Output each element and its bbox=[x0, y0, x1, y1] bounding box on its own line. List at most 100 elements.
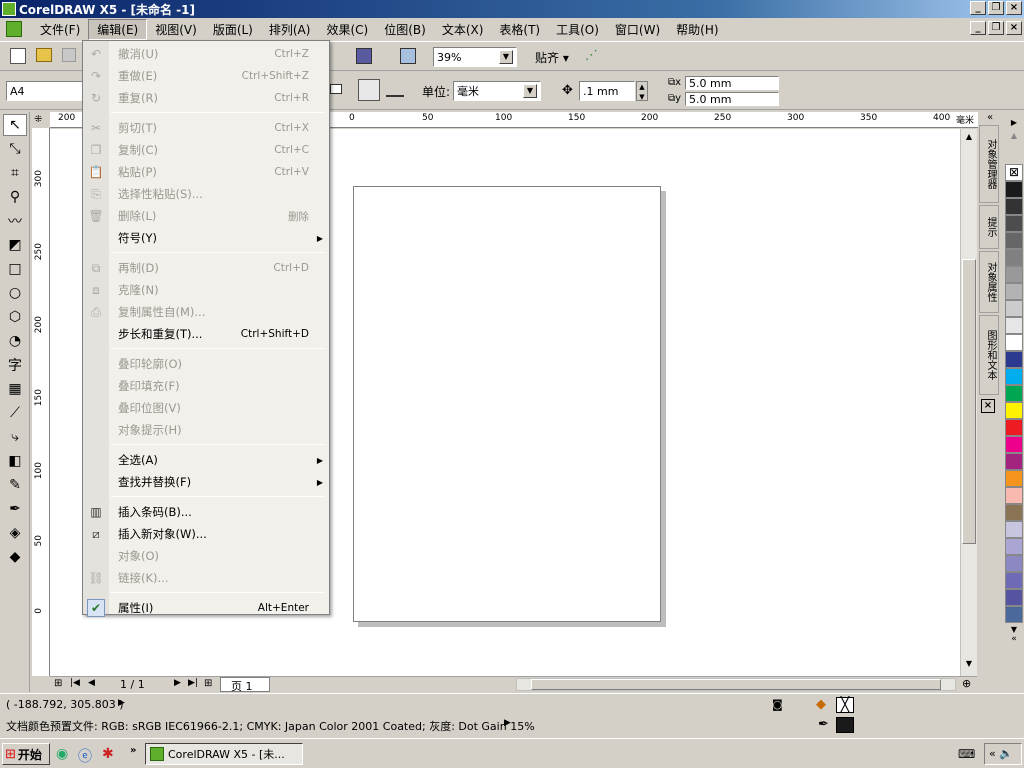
rectangle-tool-icon[interactable]: □ bbox=[3, 258, 27, 280]
open-folder-icon[interactable] bbox=[36, 48, 52, 62]
edit-menu-item[interactable]: ✔ 属性(I) Alt+Enter bbox=[83, 597, 329, 619]
docker-tab-hints[interactable]: 提示 bbox=[979, 205, 999, 249]
edit-menu-item[interactable]: ⧄ 插入新对象(W)... bbox=[83, 523, 329, 545]
basic-shapes-tool-icon[interactable]: ◔ bbox=[3, 330, 27, 352]
docker-tab-graphic-text[interactable]: 图形和文本 bbox=[979, 315, 999, 395]
horizontal-scroll-thumb[interactable] bbox=[531, 679, 941, 690]
color-swatch[interactable] bbox=[1005, 538, 1023, 555]
smart-fill-tool-icon[interactable]: ◩ bbox=[3, 234, 27, 256]
blend-tool-icon[interactable]: ◧ bbox=[3, 450, 27, 472]
palette-scroll-down-icon[interactable]: ▼ bbox=[1004, 625, 1024, 634]
edit-menu-item[interactable]: 步长和重复(T)... Ctrl+Shift+D bbox=[83, 323, 329, 345]
edit-menu-item[interactable]: 全选(A) ▶ bbox=[83, 449, 329, 471]
menu-effects[interactable]: 效果(C) bbox=[318, 20, 376, 39]
units-dropdown[interactable]: 毫米 ▼ bbox=[453, 81, 541, 101]
close-button[interactable]: × bbox=[1006, 1, 1022, 15]
text-tool-icon[interactable]: 字 bbox=[3, 354, 27, 376]
edit-menu-item[interactable]: ▥ 插入条码(B)... bbox=[83, 501, 329, 523]
outline-pen-tool-icon[interactable]: ✒ bbox=[3, 498, 27, 520]
edit-menu-item[interactable]: 符号(Y) ▶ bbox=[83, 227, 329, 249]
color-swatch[interactable] bbox=[1005, 453, 1023, 470]
menu-tools[interactable]: 工具(O) bbox=[548, 20, 607, 39]
docker-tab-object-properties[interactable]: 对象属性 bbox=[979, 251, 999, 313]
color-swatch[interactable] bbox=[1005, 198, 1023, 215]
color-swatch[interactable] bbox=[1005, 504, 1023, 521]
color-swatch[interactable] bbox=[1005, 334, 1023, 351]
page-tab[interactable]: 页 1 bbox=[220, 677, 270, 693]
menu-view[interactable]: 视图(V) bbox=[147, 20, 205, 39]
duplicate-x-field[interactable]: 5.0 mm bbox=[685, 76, 779, 90]
scroll-up-icon[interactable]: ▲ bbox=[961, 132, 977, 146]
landscape-icon[interactable] bbox=[330, 84, 342, 94]
palette-expand-icon[interactable]: « bbox=[1004, 634, 1024, 644]
add-page-after-icon[interactable]: ⊞ bbox=[204, 678, 212, 689]
keyboard-icon[interactable]: ⌨ bbox=[958, 747, 975, 761]
color-swatch[interactable] bbox=[1005, 300, 1023, 317]
zoom-tool-icon[interactable]: ⚲ bbox=[3, 186, 27, 208]
current-page-icon[interactable] bbox=[386, 83, 404, 97]
fill-tool-icon[interactable]: ◈ bbox=[3, 522, 27, 544]
navigator-icon[interactable]: ⊕ bbox=[962, 677, 971, 690]
menu-edit[interactable]: 编辑(E) bbox=[88, 18, 148, 40]
color-swatch[interactable] bbox=[1005, 368, 1023, 385]
save-icon[interactable] bbox=[62, 48, 76, 62]
color-swatch[interactable] bbox=[1005, 351, 1023, 368]
edit-menu-item[interactable]: 查找并替换(F) ▶ bbox=[83, 471, 329, 493]
scroll-down-icon[interactable]: ▼ bbox=[961, 659, 977, 673]
vertical-ruler[interactable]: 300 250 200 150 100 50 0 bbox=[32, 128, 50, 676]
export-icon[interactable] bbox=[356, 48, 372, 64]
dimension-tool-icon[interactable]: ⟋ bbox=[3, 402, 27, 424]
application-launcher-icon[interactable] bbox=[400, 48, 416, 64]
color-swatch[interactable] bbox=[1005, 419, 1023, 436]
restore-button[interactable]: ❐ bbox=[988, 1, 1004, 15]
docker-collapse-icon[interactable]: « bbox=[978, 112, 1002, 123]
last-page-icon[interactable]: ▶| bbox=[188, 678, 198, 688]
color-swatch[interactable] bbox=[1005, 283, 1023, 300]
table-tool-icon[interactable]: ▦ bbox=[3, 378, 27, 400]
quicklaunch-more-icon[interactable]: » bbox=[130, 745, 136, 756]
crop-tool-icon[interactable]: ⌗ bbox=[3, 162, 27, 184]
chrome-icon[interactable]: ◉ bbox=[56, 746, 68, 762]
freehand-tool-icon[interactable]: 〰 bbox=[3, 210, 27, 232]
connector-tool-icon[interactable]: ⤷ bbox=[3, 426, 27, 448]
vertical-scroll-thumb[interactable] bbox=[962, 259, 976, 544]
color-swatch[interactable] bbox=[1005, 215, 1023, 232]
document-icon[interactable] bbox=[6, 21, 22, 37]
pick-tool-icon[interactable]: ↖ bbox=[3, 114, 27, 136]
tray-speaker-icon[interactable]: 🔈 bbox=[999, 747, 1013, 760]
ellipse-tool-icon[interactable]: ○ bbox=[3, 282, 27, 304]
doc-close-button[interactable]: × bbox=[1006, 21, 1022, 35]
color-swatch[interactable] bbox=[1005, 181, 1023, 198]
close-docker-icon[interactable]: × bbox=[981, 399, 995, 413]
eyedropper-tool-icon[interactable]: ✎ bbox=[3, 474, 27, 496]
color-swatch[interactable] bbox=[1005, 589, 1023, 606]
quicklaunch-app-icon[interactable]: ✱ bbox=[102, 746, 114, 762]
menu-file[interactable]: 文件(F) bbox=[32, 20, 88, 39]
color-swatch[interactable] bbox=[1005, 521, 1023, 538]
status-expand-icon[interactable]: ▶ bbox=[118, 698, 125, 708]
taskbar-coreldraw-item[interactable]: CorelDRAW X5 - [未... bbox=[145, 743, 303, 765]
docker-tab-object-manager[interactable]: 对象管理器 bbox=[979, 125, 999, 203]
page-size-field[interactable]: A4 bbox=[6, 81, 86, 101]
snap-settings-icon[interactable]: ⋰ bbox=[585, 48, 601, 64]
previous-page-icon[interactable]: ◀ bbox=[88, 678, 95, 688]
horizontal-scrollbar[interactable] bbox=[516, 678, 956, 691]
no-color-swatch[interactable]: ⊠ bbox=[1005, 164, 1023, 181]
system-tray[interactable]: « 🔈 bbox=[984, 743, 1022, 765]
color-swatch[interactable] bbox=[1005, 470, 1023, 487]
next-page-icon[interactable]: ▶ bbox=[174, 678, 181, 688]
duplicate-y-field[interactable]: 5.0 mm bbox=[685, 92, 779, 106]
color-swatch[interactable] bbox=[1005, 606, 1023, 623]
doc-restore-button[interactable]: ❐ bbox=[988, 21, 1004, 35]
new-document-icon[interactable] bbox=[10, 48, 26, 64]
menu-bitmaps[interactable]: 位图(B) bbox=[376, 20, 434, 39]
nudge-distance-field[interactable]: .1 mm bbox=[579, 81, 635, 101]
menu-window[interactable]: 窗口(W) bbox=[607, 20, 668, 39]
doc-minimize-button[interactable]: _ bbox=[970, 21, 986, 35]
snap-to-dropdown[interactable]: 贴齐 ▾ bbox=[535, 49, 569, 66]
color-swatch[interactable] bbox=[1005, 266, 1023, 283]
ruler-origin-icon[interactable]: ⁜ bbox=[34, 114, 42, 125]
color-swatch[interactable] bbox=[1005, 385, 1023, 402]
palette-scroll-up-icon[interactable]: ▲ bbox=[1004, 131, 1024, 140]
profile-expand-icon[interactable]: ▶ bbox=[504, 718, 511, 728]
